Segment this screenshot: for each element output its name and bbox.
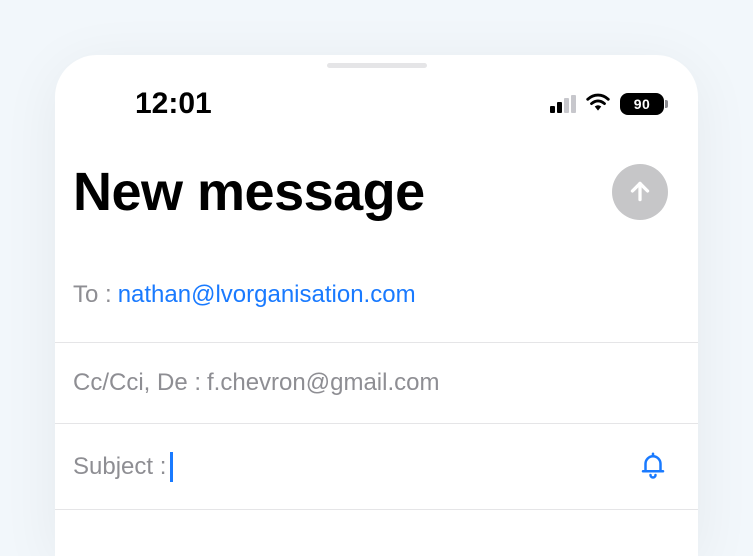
device-frame: 12:01 90 New message — [55, 55, 698, 556]
cc-value: f.chevron@gmail.com — [207, 369, 439, 397]
compose-fields: To : nathan@lvorganisation.com Cc/Cci, D… — [55, 233, 698, 510]
to-label: To : — [73, 281, 112, 309]
bell-icon — [638, 450, 668, 483]
send-button[interactable] — [612, 164, 668, 220]
status-bar: 12:01 90 — [55, 55, 698, 143]
to-field[interactable]: To : nathan@lvorganisation.com — [55, 263, 698, 343]
wifi-icon — [585, 92, 611, 117]
subject-label: Subject : — [73, 453, 166, 481]
home-indicator — [327, 63, 427, 68]
status-time: 12:01 — [135, 87, 212, 121]
arrow-up-icon — [627, 178, 653, 207]
status-indicators: 90 — [550, 92, 668, 117]
page-title: New message — [73, 161, 425, 223]
battery-level: 90 — [620, 93, 664, 115]
reminder-button[interactable] — [638, 450, 668, 483]
to-value: nathan@lvorganisation.com — [118, 281, 416, 309]
compose-header: New message — [55, 143, 698, 233]
battery-indicator: 90 — [620, 93, 668, 115]
subject-field[interactable]: Subject : — [55, 424, 698, 510]
text-cursor — [170, 452, 173, 482]
cellular-signal-icon — [550, 95, 576, 113]
cc-label: Cc/Cci, De : — [73, 369, 201, 397]
cc-field[interactable]: Cc/Cci, De : f.chevron@gmail.com — [55, 343, 698, 424]
